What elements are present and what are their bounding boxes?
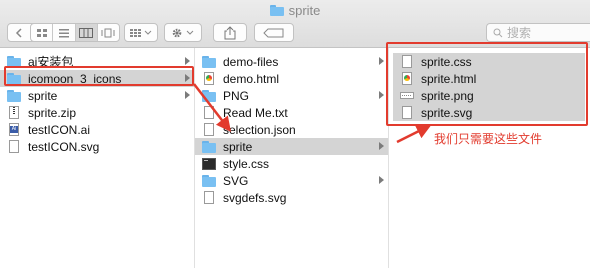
file-row[interactable]: sprite [0, 87, 194, 104]
document-icon [202, 122, 216, 137]
zip-file-icon [7, 105, 21, 120]
file-row[interactable]: Read Me.txt [195, 104, 388, 121]
toolbar: sprite [0, 0, 590, 48]
chevron-right-icon [379, 142, 384, 150]
folder-icon [202, 140, 216, 154]
file-row[interactable]: svgdefs.svg [195, 189, 388, 206]
file-row[interactable]: sprite.zip [0, 104, 194, 121]
folder-icon [7, 89, 21, 103]
annotation-highlight-box [386, 42, 588, 126]
icon-view-button[interactable] [31, 24, 54, 41]
coverflow-view-button[interactable] [98, 24, 119, 41]
back-button[interactable] [8, 24, 32, 41]
column-view-icon [79, 27, 94, 38]
file-name: PNG [223, 88, 250, 103]
folder-icon [202, 89, 216, 103]
search-icon [493, 28, 503, 37]
terminal-file-icon [202, 157, 216, 171]
html-file-icon [202, 71, 216, 86]
view-mode-selector [30, 23, 120, 42]
annotation-note: 我们只需要这些文件 [434, 132, 543, 146]
file-name: demo-files [223, 54, 279, 69]
file-row[interactable]: SVG [195, 172, 388, 189]
file-name: style.css [223, 156, 270, 171]
share-button[interactable] [213, 23, 247, 42]
list-view-icon [58, 28, 69, 37]
chevron-right-icon [379, 176, 384, 184]
file-row[interactable]: sprite [195, 138, 388, 155]
share-icon [224, 25, 236, 39]
action-button[interactable] [164, 23, 202, 42]
document-icon [202, 190, 216, 205]
window-title: sprite [0, 2, 590, 18]
file-name: testICON.svg [28, 139, 100, 154]
tag-icon [263, 28, 284, 37]
document-icon [7, 139, 21, 154]
file-name: Read Me.txt [223, 105, 288, 120]
document-icon [202, 105, 216, 120]
file-row[interactable]: style.css [195, 155, 388, 172]
chevron-left-icon [16, 27, 22, 38]
file-row[interactable]: testICON.ai [0, 121, 194, 138]
search-input[interactable] [507, 25, 567, 40]
arrange-button[interactable] [124, 23, 158, 42]
folder-icon [202, 55, 216, 69]
folder-icon [202, 174, 216, 188]
file-row[interactable]: testICON.svg [0, 138, 194, 155]
file-row[interactable]: demo-files [195, 53, 388, 70]
chevron-right-icon [185, 57, 190, 65]
file-name: sprite.zip [28, 105, 77, 120]
chevron-right-icon [379, 57, 384, 65]
file-row[interactable]: demo.html [195, 70, 388, 87]
chevron-right-icon [379, 91, 384, 99]
annotation-highlight-box [4, 66, 194, 86]
column-view-button[interactable] [75, 24, 98, 41]
file-row[interactable]: selection.json [195, 121, 388, 138]
file-name: selection.json [223, 122, 296, 137]
folder-icon [269, 4, 284, 16]
grid-arrange-icon [130, 28, 152, 37]
file-name: sprite [223, 139, 253, 154]
ai-file-icon [7, 122, 21, 137]
gear-icon [172, 28, 194, 37]
file-name: testICON.ai [28, 122, 91, 137]
file-row[interactable]: PNG [195, 87, 388, 104]
file-name: sprite [28, 88, 58, 103]
tag-button[interactable] [254, 23, 294, 42]
icon-view-icon [36, 28, 47, 37]
file-name: svgdefs.svg [223, 190, 287, 205]
file-name: demo.html [223, 71, 280, 86]
column-2: demo-files demo.html PNG Read Me.txt sel… [195, 48, 389, 268]
list-view-button[interactable] [53, 24, 76, 41]
file-name: SVG [223, 173, 249, 188]
coverflow-view-icon [101, 28, 115, 37]
chevron-right-icon [185, 91, 190, 99]
search-field[interactable] [486, 23, 590, 42]
window-title-text: sprite [288, 2, 321, 18]
